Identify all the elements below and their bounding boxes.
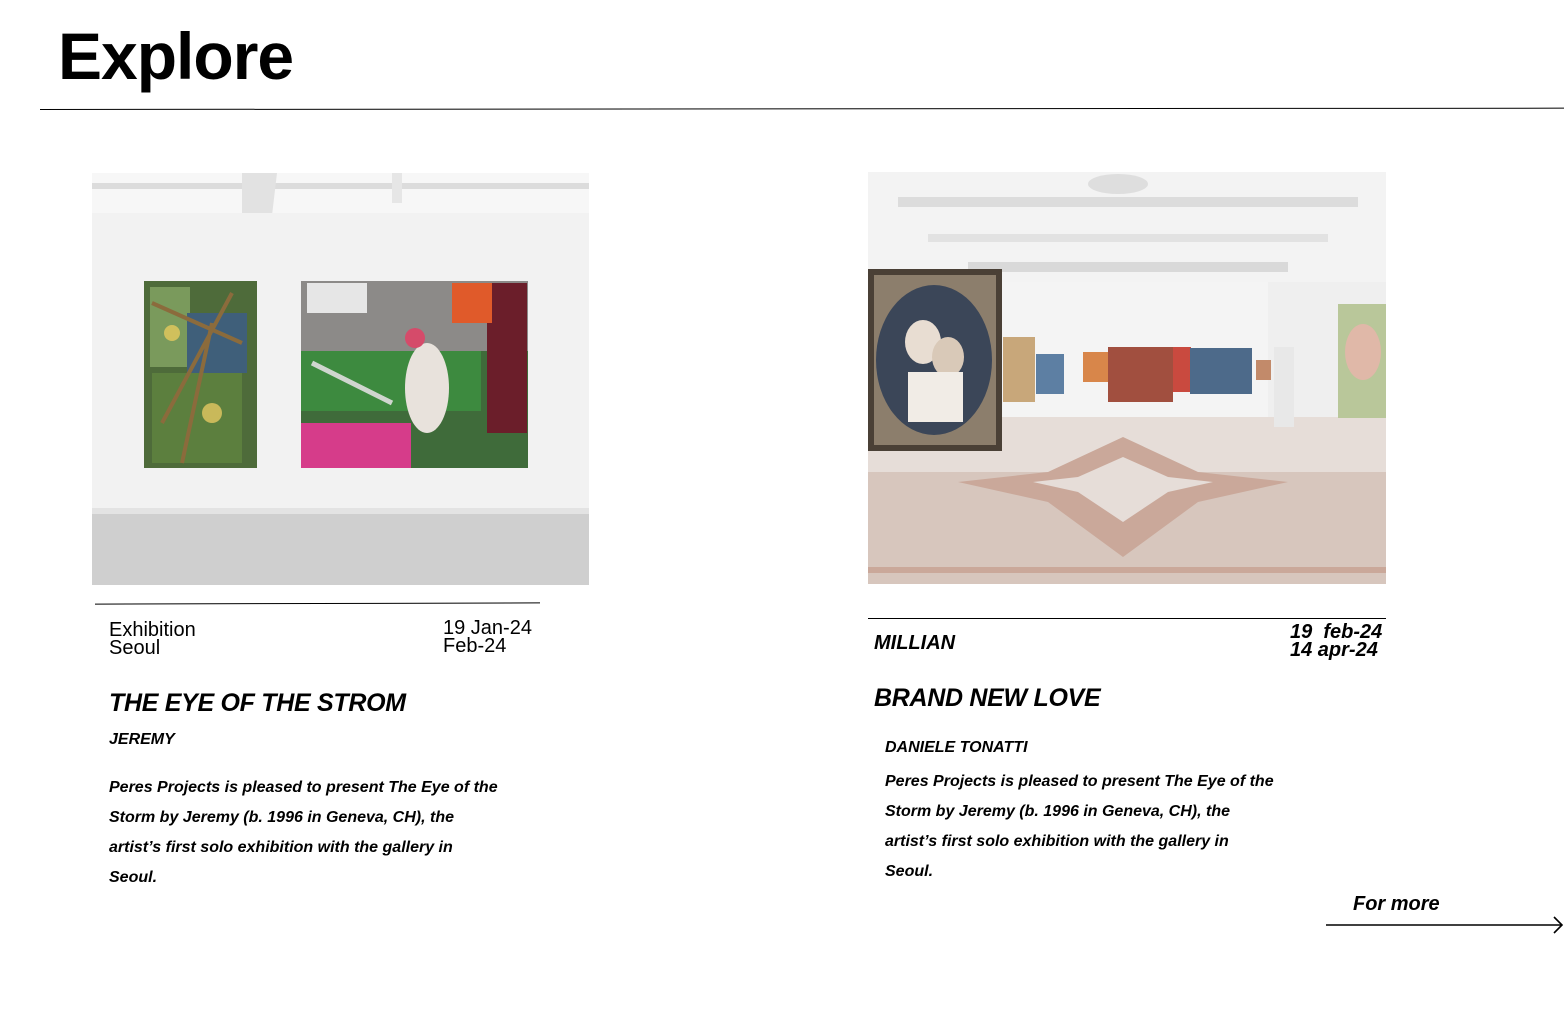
card-1-divider: [94, 602, 541, 605]
card-1-location: Exhibition Seoul: [109, 620, 196, 659]
header-divider: [39, 107, 1564, 110]
card-1-date-end: Feb-24: [443, 635, 507, 657]
card-2-dates: 19 feb-24 14 apr-24: [1290, 622, 1382, 661]
for-more-link[interactable]: For more: [1353, 893, 1440, 916]
card-1-dates: 19 Jan-24 Feb-24: [443, 618, 532, 657]
card-2-artist: DANIELE TONATTI: [885, 739, 1028, 756]
arrow-right-icon[interactable]: [1326, 914, 1564, 936]
card-2-category: MILLIAN: [874, 632, 956, 654]
gallery-photo-icon: [92, 173, 589, 585]
exhibition-image-1[interactable]: [92, 173, 589, 585]
card-1-city: Seoul: [109, 637, 161, 659]
card-1-artist: JEREMY: [109, 731, 175, 748]
card-1-description: Peres Projects is pleased to present The…: [109, 779, 498, 886]
page-title: Explore: [58, 19, 294, 93]
card-2-description: Peres Projects is pleased to present The…: [885, 773, 1274, 880]
exhibition-image-2[interactable]: [868, 172, 1386, 584]
card-1-title[interactable]: THE EYE OF THE STROM: [109, 689, 406, 718]
card-2-title[interactable]: BRAND NEW LOVE: [874, 684, 1101, 713]
card-2-divider: [868, 618, 1386, 619]
gallery-photo-icon: [868, 172, 1386, 584]
card-2-date-end: 14 apr-24: [1290, 639, 1378, 661]
